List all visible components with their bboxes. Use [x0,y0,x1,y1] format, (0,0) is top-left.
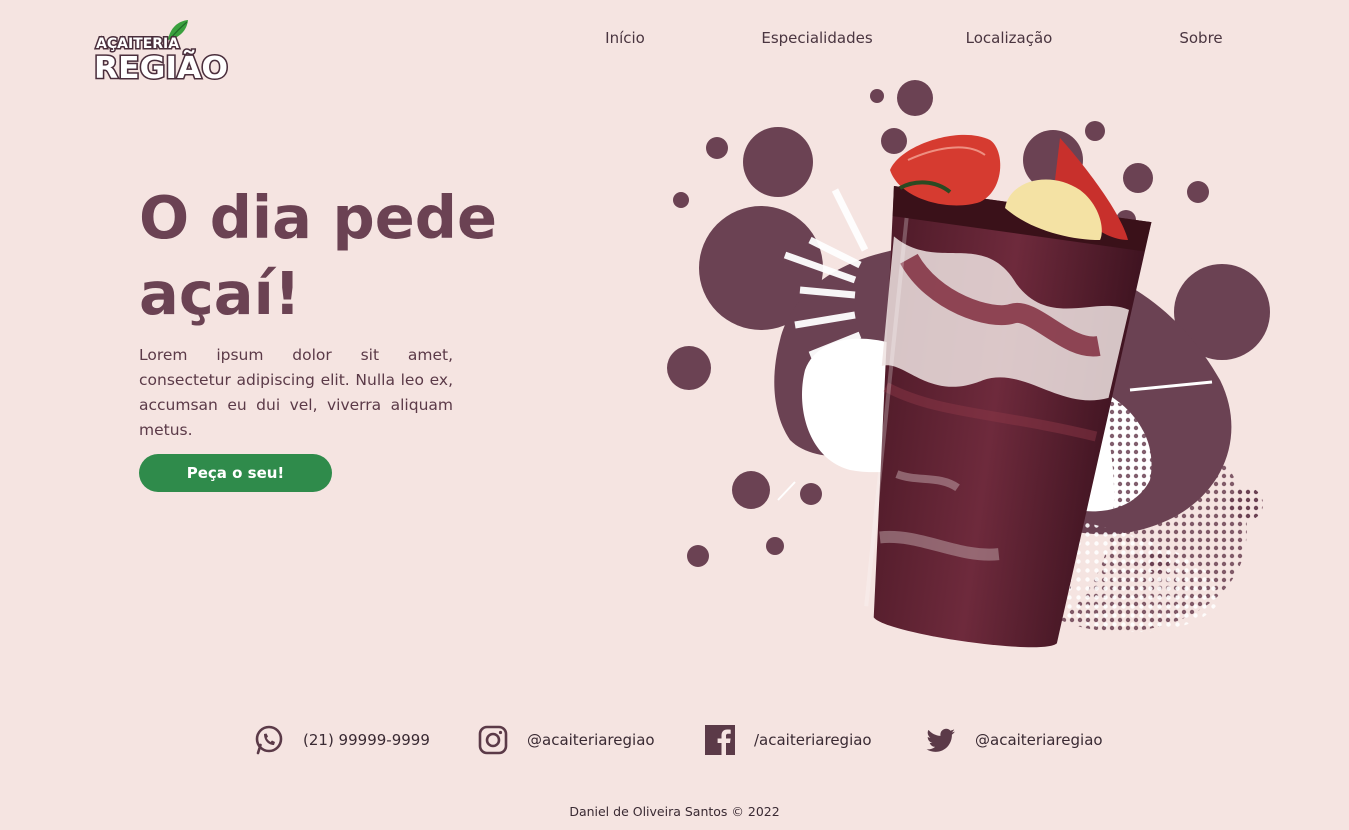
logo-bottom-text: REGIÃO [94,49,228,84]
facebook-page: /acaiteriaregiao [754,731,872,749]
twitter-icon [926,728,955,752]
whatsapp-number: (21) 99999-9999 [303,731,430,749]
twitter-handle: @acaiteriaregiao [975,731,1103,749]
instagram-handle: @acaiteriaregiao [527,731,655,749]
nav-localizacao[interactable]: Localização [966,29,1053,47]
contact-twitter[interactable]: @acaiteriaregiao [925,720,1103,760]
brand-logo[interactable]: AÇAITERIA REGIÃO [92,18,234,88]
nav-inicio[interactable]: Início [605,29,645,47]
footer-credits: Daniel de Oliveira Santos © 2022 [569,804,780,819]
nav-sobre[interactable]: Sobre [1179,29,1222,47]
contact-facebook[interactable]: /acaiteriaregiao [704,720,872,760]
hero-description: Lorem ipsum dolor sit amet, consectetur … [139,346,453,439]
acai-cup-illustration [667,80,1270,648]
hero-title: O dia pede açaí! [139,180,539,332]
facebook-icon [705,725,735,755]
instagram-icon [478,725,508,755]
contact-whatsapp[interactable]: (21) 99999-9999 [253,720,430,760]
order-button[interactable]: Peça o seu! [139,454,332,492]
hero-title-line2: açaí! [139,259,301,328]
whatsapp-icon [255,725,283,755]
contact-instagram[interactable]: @acaiteriaregiao [477,720,655,760]
hero-title-line1: O dia pede [139,183,498,252]
brand-logo-graphic: AÇAITERIA REGIÃO [93,20,230,88]
main-nav: Início Especialidades Localização Sobre [0,29,1349,51]
nav-especialidades[interactable]: Especialidades [761,29,872,47]
